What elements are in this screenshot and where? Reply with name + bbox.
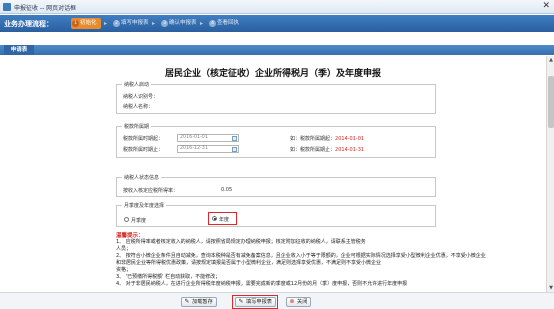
- step-number: 4: [209, 20, 216, 27]
- group-legend: 纳税人启动: [122, 81, 152, 88]
- tip-line: 2、 按符合小微企业条件且自动减免，查询本税种是否有减免备案信息，且企业收入小于…: [116, 253, 486, 259]
- period-start-input[interactable]: 2016-01-01: [177, 134, 239, 142]
- load-draft-button[interactable]: ✎ 加载暂存: [181, 297, 217, 307]
- tip-line: 4、 对于非居民纳税人，在进行企业所得税年度纳税申报，需要完成新的季度或12月份…: [116, 281, 408, 287]
- period-start-label: 税款所属时期起：: [123, 136, 164, 142]
- calendar-icon[interactable]: [232, 147, 237, 152]
- workflow-bar: 业务办理流程： 1 初始化 ▸ 2 填写申报表 ▸ 3 确认申报表 ▸ 4 查看…: [0, 15, 554, 32]
- tip-line: 资格；: [116, 267, 132, 273]
- tip-line: 1、 应税所得率或者核定收入的纳税人，请按照省局规定办理纳税申报；核定附加征收的…: [116, 239, 366, 245]
- period-start-value: 2016-01-01: [180, 135, 208, 140]
- radio-quarterly-label[interactable]: 月季度: [131, 217, 146, 224]
- app-icon: [3, 3, 11, 11]
- taxpayer-name-label: 纳税人名称：: [123, 104, 154, 110]
- edit-icon: ✎: [184, 298, 190, 305]
- taxable-rate-label: 按收入核定应税所得率：: [123, 188, 179, 194]
- tip-line: 人员；: [116, 246, 132, 252]
- step-number: 2: [113, 20, 120, 27]
- workflow-label: 业务办理流程：: [4, 20, 53, 28]
- example-prefix: 如：税款所属期止：: [290, 147, 336, 153]
- scroll-up-icon[interactable]: ▲: [548, 57, 554, 63]
- tax-period-group: 税款所属期 税款所属时期起： 2016-01-01 如：税款所属期起：2014-…: [116, 123, 436, 158]
- fill-form-button[interactable]: ✎ 填写申报表: [235, 297, 276, 307]
- radio-quarterly[interactable]: [124, 217, 129, 222]
- step-label: 查看回执: [217, 20, 240, 26]
- tip-line: 3、 '已预缴所得税额' 栏自动获取，不能修改；: [116, 274, 221, 280]
- window-title: 申报征收 -- 网页对话框: [14, 5, 77, 12]
- step-number: 3: [161, 20, 168, 27]
- scroll-down-icon[interactable]: ▼: [548, 285, 554, 291]
- chevron-right-icon: ▸: [200, 20, 204, 27]
- period-end-label: 税款所属时期止：: [123, 147, 164, 153]
- step-view-receipt[interactable]: 4 查看回执: [208, 18, 239, 29]
- example-prefix: 如：税款所属期起：: [290, 136, 336, 142]
- chevron-right-icon: ▸: [104, 20, 108, 27]
- section-header: 申请表: [0, 45, 554, 55]
- taxpayer-info-group: 纳税人启动 纳税人识别号： 纳税人名称：: [116, 81, 436, 114]
- step-confirm-form[interactable]: 3 确认申报表: [160, 18, 197, 29]
- window-title-bar: 申报征收 -- 网页对话框 ✕: [0, 0, 554, 14]
- chevron-right-icon: ▸: [152, 20, 156, 27]
- tab-application-form[interactable]: 申请表: [4, 45, 34, 55]
- step-fill-form[interactable]: 2 填写申报表: [112, 18, 149, 29]
- step-label: 初始化: [80, 20, 97, 26]
- period-start-example: 如：税款所属期起：2014-01-01: [290, 135, 364, 142]
- close-icon[interactable]: ✕: [542, 1, 550, 12]
- group-legend: 纳税人状态信息: [122, 174, 162, 181]
- taxpayer-status-group: 纳税人状态信息 按收入核定应税所得率： 0.05: [116, 174, 436, 197]
- period-end-value: 2016-12-31: [180, 146, 208, 151]
- tip-line: 和非居民企业等所得税优惠政策，请按规定填报是否属于小型微利企业，满足则选择享受优…: [116, 260, 382, 266]
- taxable-rate-value: 0.05: [221, 187, 233, 193]
- period-end-input[interactable]: 2016-12-31: [177, 145, 239, 153]
- period-end-example: 如：税款所属期止：2014-01-31: [290, 146, 364, 153]
- page-title: 居民企业（核定征收）企业所得税月（季）及年度申报: [164, 69, 381, 79]
- scrollbar-thumb[interactable]: [548, 76, 554, 128]
- tips-title: 温馨提示：: [116, 233, 144, 239]
- load-draft-label: 加载暂存: [192, 299, 213, 305]
- form-content: 居民企业（核定征收）企业所得税月（季）及年度申报 纳税人启动 纳税人识别号： 纳…: [0, 56, 546, 292]
- report-type-group: 月季度及年度选择 月季度 年度: [116, 202, 436, 227]
- step-label: 确认申报表: [169, 20, 197, 26]
- group-legend: 月季度及年度选择: [122, 202, 167, 209]
- edit-icon: ✎: [238, 298, 244, 305]
- radio-annual[interactable]: [212, 216, 217, 221]
- close-label: 关闭: [297, 299, 308, 305]
- footer-toolbar: ✎ 加载暂存 ✎ 填写申报表 ⊗ 关闭: [0, 292, 554, 309]
- calendar-icon[interactable]: [232, 136, 237, 141]
- group-legend: 税款所属期: [122, 123, 152, 130]
- example-value: 2014-01-31: [335, 147, 365, 153]
- close-button[interactable]: ⊗ 关闭: [286, 297, 312, 307]
- step-label: 填写申报表: [121, 20, 149, 26]
- step-number: 1: [72, 20, 79, 27]
- radio-annual-label[interactable]: 年度: [219, 216, 229, 223]
- close-circle-icon: ⊗: [289, 298, 295, 305]
- vertical-scrollbar[interactable]: ▲ ▼: [546, 56, 554, 292]
- example-value: 2014-01-01: [335, 136, 365, 142]
- step-initialize[interactable]: 1 初始化: [71, 18, 101, 29]
- taxpayer-id-label: 纳税人识别号：: [123, 94, 159, 100]
- fill-form-label: 填写申报表: [246, 299, 272, 305]
